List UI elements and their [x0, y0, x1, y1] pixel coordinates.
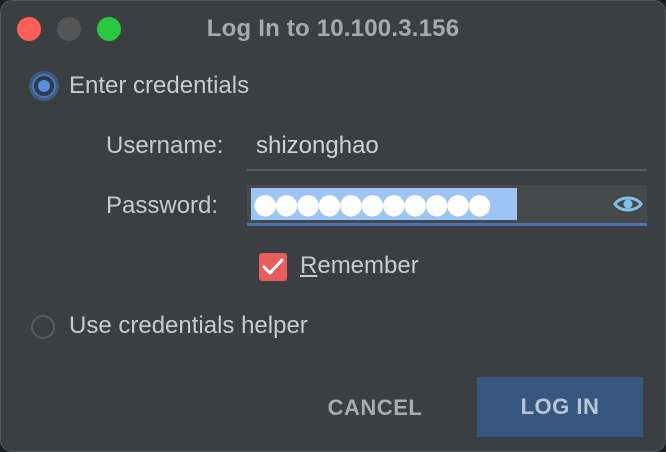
username-field[interactable]: shizonghao	[247, 123, 647, 171]
remember-checkbox[interactable]	[259, 253, 287, 281]
password-masked-value: ●●●●●●●●●●●	[253, 187, 492, 220]
window-title: Log In to 10.100.3.156	[206, 15, 460, 42]
cancel-button[interactable]: CANCEL	[307, 378, 443, 438]
radio-selected-dot	[38, 80, 50, 92]
eye-icon[interactable]	[613, 193, 643, 215]
remember-label[interactable]: Remember	[300, 252, 419, 280]
username-label: Username:	[106, 132, 224, 159]
enter-credentials-label[interactable]: Enter credentials	[69, 72, 249, 100]
credentials-helper-label[interactable]: Use credentials helper	[69, 312, 308, 340]
title-bar: Log In to 10.100.3.156	[1, 1, 665, 55]
password-field[interactable]: ●●●●●●●●●●●	[247, 185, 647, 226]
password-selection: ●●●●●●●●●●●	[251, 188, 517, 220]
username-value: shizonghao	[256, 132, 379, 159]
remember-label-rest: emember	[317, 252, 419, 279]
remember-mnemonic: R	[300, 252, 318, 279]
checkmark-icon	[262, 258, 284, 275]
login-dialog: Log In to 10.100.3.156 Enter credentials…	[0, 0, 666, 452]
credentials-helper-radio[interactable]	[31, 315, 55, 339]
enter-credentials-radio[interactable]	[32, 74, 56, 98]
password-label: Password:	[106, 192, 219, 219]
login-button[interactable]: LOG IN	[477, 377, 643, 437]
